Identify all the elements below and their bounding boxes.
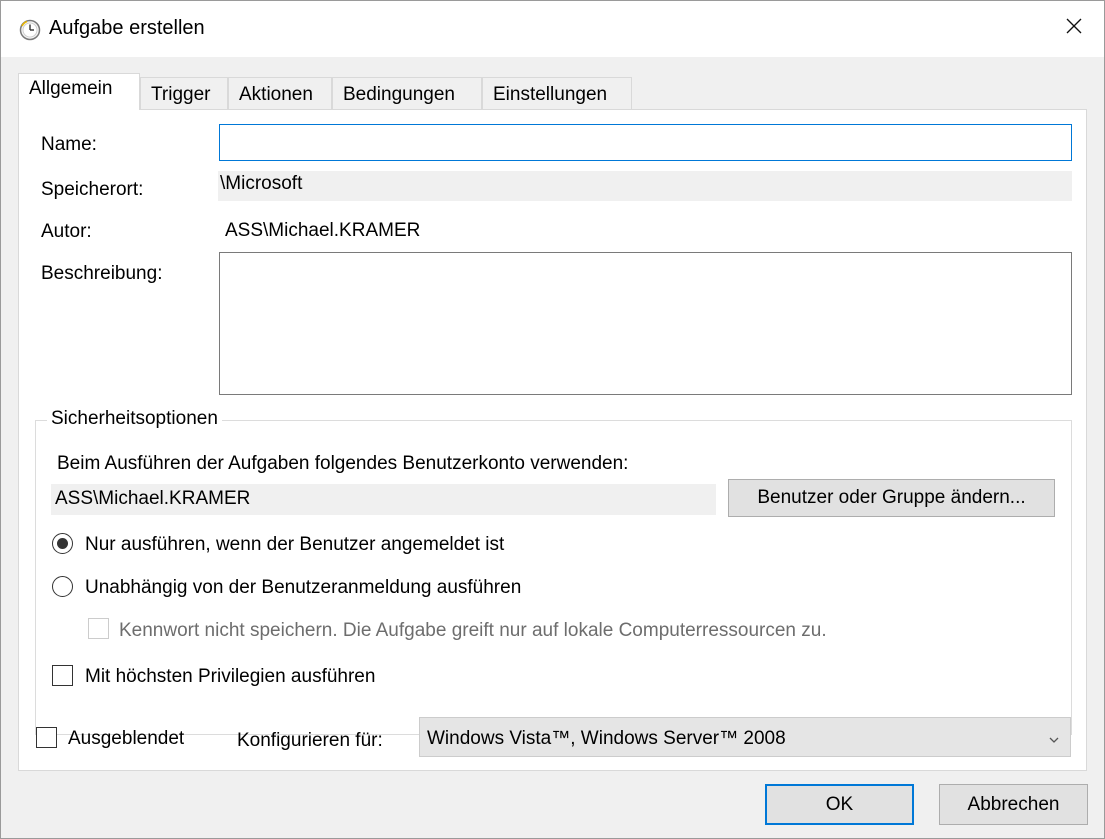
radio-run-only-logged-on[interactable] — [52, 533, 73, 554]
author-value: ASS\Michael.KRAMER — [225, 220, 421, 241]
account-prompt: Beim Ausführen der Aufgaben folgendes Be… — [57, 453, 629, 474]
checkbox-hidden[interactable] — [36, 727, 57, 748]
security-options-title: Sicherheitsoptionen — [47, 408, 222, 430]
checkbox-no-password — [88, 618, 109, 639]
tab-trigger[interactable]: Trigger — [140, 77, 228, 110]
radio-selected-dot — [57, 538, 68, 549]
close-icon — [1066, 18, 1082, 40]
tab-bedingungen[interactable]: Bedingungen — [332, 77, 482, 110]
title-bar: Aufgabe erstellen — [1, 1, 1104, 57]
description-label: Beschreibung: — [41, 263, 163, 284]
author-label: Autor: — [41, 221, 92, 242]
change-user-button[interactable]: Benutzer oder Gruppe ändern... — [728, 479, 1055, 517]
checkbox-highest-privileges[interactable] — [52, 665, 73, 686]
chevron-down-icon — [1048, 730, 1060, 752]
tab-allgemein[interactable]: Allgemein — [18, 73, 140, 110]
checkbox-no-password-label: Kennwort nicht speichern. Die Aufgabe gr… — [119, 620, 827, 641]
checkbox-highest-privileges-label[interactable]: Mit höchsten Privilegien ausführen — [85, 666, 375, 688]
location-value: \Microsoft — [218, 171, 1072, 201]
name-label: Name: — [41, 134, 97, 155]
ok-button[interactable]: OK — [765, 784, 914, 825]
tab-aktionen[interactable]: Aktionen — [228, 77, 332, 110]
radio-run-independent-label[interactable]: Unabhängig von der Benutzeranmeldung aus… — [85, 577, 521, 599]
window-title: Aufgabe erstellen — [49, 17, 205, 39]
task-scheduler-clock-icon — [19, 19, 41, 41]
configure-for-label: Konfigurieren für: — [237, 730, 383, 751]
account-value: ASS\Michael.KRAMER — [51, 484, 716, 515]
close-button[interactable] — [1044, 1, 1104, 57]
configure-for-dropdown[interactable]: Windows Vista™, Windows Server™ 2008 — [419, 717, 1071, 757]
tab-einstellungen[interactable]: Einstellungen — [482, 77, 632, 110]
checkbox-hidden-label[interactable]: Ausgeblendet — [68, 728, 184, 750]
cancel-button[interactable]: Abbrechen — [939, 784, 1088, 825]
location-label: Speicherort: — [41, 179, 144, 200]
radio-run-only-logged-on-label[interactable]: Nur ausführen, wenn der Benutzer angemel… — [85, 534, 504, 556]
radio-run-independent[interactable] — [52, 576, 73, 597]
name-input[interactable] — [219, 124, 1072, 161]
configure-for-value: Windows Vista™, Windows Server™ 2008 — [427, 728, 786, 749]
description-textarea[interactable] — [219, 252, 1072, 395]
create-task-dialog: Aufgabe erstellen Allgemein Trigger Akti… — [0, 0, 1105, 839]
